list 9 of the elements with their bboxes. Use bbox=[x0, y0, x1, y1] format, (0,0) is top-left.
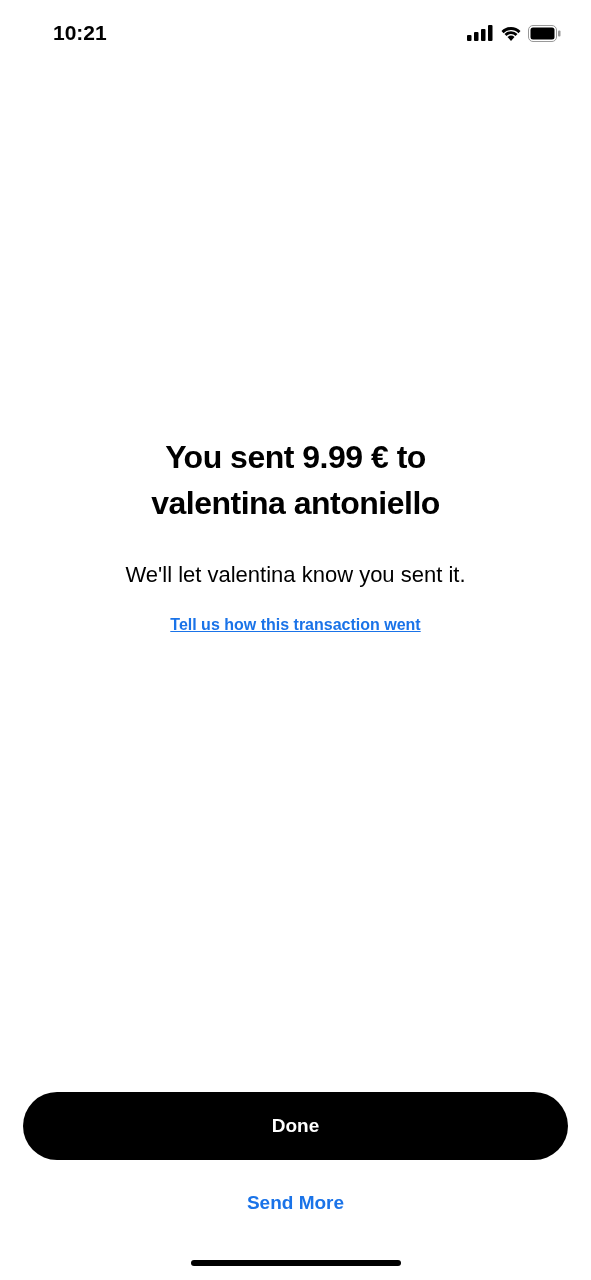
wifi-icon bbox=[500, 25, 522, 41]
status-time: 10:21 bbox=[53, 21, 107, 45]
battery-icon bbox=[528, 24, 561, 42]
confirmation-title: You sent 9.99 € to valentina antoniello bbox=[150, 438, 441, 523]
signal-icon bbox=[467, 25, 494, 41]
done-button[interactable]: Done bbox=[23, 1092, 568, 1160]
confirmation-message: We'll let valentina know you sent it. bbox=[125, 562, 466, 588]
send-more-button[interactable]: Send More bbox=[238, 1188, 353, 1218]
feedback-link[interactable]: Tell us how this transaction went bbox=[170, 616, 421, 634]
